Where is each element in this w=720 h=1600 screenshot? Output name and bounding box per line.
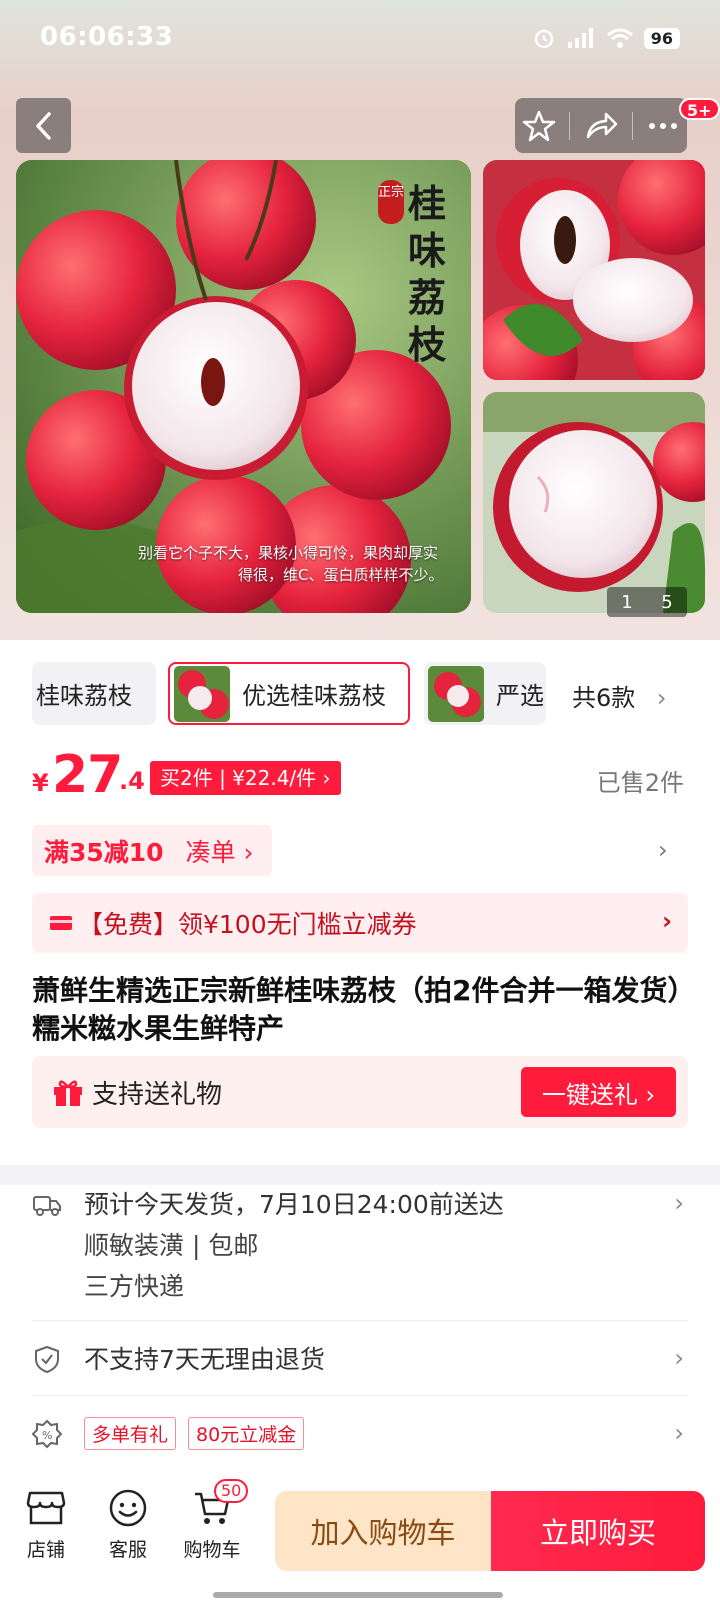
status-bar: 06:06:33 96 — [0, 0, 720, 80]
variant-chip-2[interactable]: 优选桂味荔枝 — [168, 662, 410, 725]
authentic-seal: 正宗 — [378, 180, 404, 224]
signal-icon — [567, 28, 593, 48]
chevron-right-icon: › — [674, 1344, 684, 1372]
main-product-image[interactable]: 正宗 桂 味 荔 枝 别看它个子不大，果核小得可怜，果肉却厚实 得很，维C、蛋白… — [16, 160, 471, 613]
title-char: 桂 — [408, 181, 447, 226]
cart-label: 购物车 — [183, 1539, 241, 1561]
buy-now-button[interactable]: 立即购买 — [491, 1491, 705, 1571]
back-button[interactable] — [16, 98, 71, 153]
image-caption-line-2: 得很，维C、蛋白质样样不少。 — [238, 566, 444, 584]
price-decimal: .4 — [119, 767, 145, 795]
header-toolbar — [515, 98, 687, 153]
return-policy-row[interactable]: 不支持7天无理由退货 › — [32, 1340, 688, 1380]
coupon-icon — [50, 916, 72, 930]
promo-tag[interactable]: 满35减10 凑单 › — [32, 825, 272, 876]
variant-label: 优选桂味荔枝 — [242, 682, 386, 710]
price-integer: 27 — [52, 745, 123, 805]
thumbnail-image-2[interactable] — [483, 392, 705, 613]
more-icon[interactable] — [646, 109, 680, 143]
toolbar-divider — [569, 111, 571, 140]
notification-badge: 5+ — [679, 98, 720, 120]
coupon-text: 【免费】领¥100无门槛立减券 — [78, 910, 417, 939]
row-divider — [32, 1320, 688, 1321]
variant-selector: 桂味荔枝 优选桂味荔枝 严选 共6款 › — [0, 660, 720, 728]
offers-row[interactable]: % 多单有礼 80元立减金 › — [32, 1415, 688, 1455]
cart-button[interactable]: 50 购物车 — [172, 1479, 252, 1562]
variant-label: 严选 — [496, 682, 544, 710]
multi-buy-badge[interactable]: 买2件 | ¥22.4/件 › — [150, 761, 341, 795]
gallery-total: 5 — [661, 591, 673, 613]
gift-icon — [54, 1080, 82, 1106]
title-char: 荔 — [408, 275, 447, 320]
share-icon[interactable] — [584, 109, 618, 143]
shipping-estimate: 预计今天发货，7月10日24:00前送达 — [84, 1190, 504, 1219]
variant-count[interactable]: 共6款 › — [572, 678, 667, 713]
shipping-carrier: 三方快递 — [84, 1272, 185, 1301]
gallery-current: 1 — [621, 591, 633, 613]
promo-action: 凑单 › — [185, 837, 254, 867]
send-gift-button[interactable]: 一键送礼 › — [521, 1067, 676, 1117]
customer-service-button[interactable]: 客服 — [88, 1485, 168, 1562]
status-icons: 96 — [532, 26, 680, 50]
gift-text: 支持送礼物 — [92, 1079, 223, 1110]
offer-tag: 80元立减金 — [188, 1417, 305, 1450]
variant-chip-3[interactable]: 严选 — [424, 662, 546, 725]
image-caption-line-1: 别看它个子不大，果核小得可怜，果肉却厚实 — [138, 544, 439, 562]
chevron-left-icon — [35, 111, 51, 140]
chevron-right-icon: › — [662, 907, 672, 935]
return-policy-text: 不支持7天无理由退货 — [84, 1345, 325, 1374]
truck-icon — [33, 1196, 61, 1216]
title-char: 味 — [408, 228, 447, 273]
gift-banner: 支持送礼物 一键送礼 › — [32, 1056, 688, 1128]
price-currency: ¥ — [32, 769, 49, 797]
offer-tag: 多单有礼 — [84, 1417, 177, 1450]
status-time: 06:06:33 — [40, 22, 174, 52]
add-to-cart-button[interactable]: 加入购物车 — [275, 1491, 491, 1571]
title-char: 枝 — [408, 322, 447, 367]
wifi-icon — [606, 28, 633, 48]
discount-badge-icon: % — [32, 1419, 62, 1449]
promo-label: 满35减10 — [44, 837, 164, 867]
variant-thumbnail — [174, 665, 230, 722]
lychee-opened-photo — [483, 160, 705, 380]
toolbar-divider — [631, 111, 633, 140]
store-button[interactable]: 店铺 — [6, 1485, 86, 1562]
image-vertical-title: 桂 味 荔 枝 — [408, 180, 452, 368]
variant-count-label: 共6款 — [572, 684, 636, 712]
variant-chip-1[interactable]: 桂味荔枝 — [32, 662, 156, 725]
product-gallery: 06:06:33 96 5+ 正宗 桂 味 荔 枝 别看它个子不大，果核小得可怜… — [0, 0, 720, 640]
section-divider — [0, 1165, 720, 1185]
variant-thumbnail — [428, 665, 484, 722]
variant-label: 桂味荔枝 — [36, 682, 132, 710]
shipping-row[interactable]: 预计今天发货，7月10日24:00前送达 顺敏装潢 | 包邮 三方快递 › — [32, 1185, 688, 1305]
alarm-icon — [534, 29, 553, 49]
shipping-origin: 顺敏装潢 | 包邮 — [84, 1231, 259, 1260]
battery-indicator: 96 — [643, 27, 680, 49]
chevron-right-icon: › — [674, 1189, 684, 1217]
lychee-halved-photo — [483, 392, 705, 613]
shield-icon — [35, 1345, 59, 1374]
sold-count: 已售2件 — [596, 769, 684, 797]
chevron-right-icon: › — [656, 684, 667, 712]
price-row: ¥ 27 .4 买2件 | ¥22.4/件 › 已售2件 — [32, 745, 688, 805]
favorite-star-icon[interactable] — [522, 109, 556, 143]
home-indicator[interactable] — [213, 1592, 503, 1598]
chevron-right-icon[interactable]: › — [658, 836, 668, 864]
coupon-banner[interactable]: 【免费】领¥100无门槛立减券 › — [32, 893, 688, 953]
chevron-right-icon: › — [674, 1419, 684, 1447]
offer-tags: 多单有礼 80元立减金 — [84, 1417, 316, 1450]
row-divider — [32, 1395, 688, 1396]
service-label: 客服 — [108, 1539, 147, 1561]
cart-count-badge: 50 — [214, 1479, 249, 1503]
bottom-action-bar: 店铺 客服 50 购物车 加入购物车 立即购买 — [0, 1475, 720, 1600]
store-label: 店铺 — [26, 1539, 65, 1561]
product-title: 萧鲜生精选正宗新鲜桂味荔枝（拍2件合并一箱发货）糯米糍水果生鲜特产 — [32, 974, 682, 1045]
svg-text:%: % — [42, 1429, 52, 1442]
store-icon — [26, 1491, 66, 1525]
gallery-counter: 1 5 — [607, 587, 687, 617]
thumbnail-image-1[interactable] — [483, 160, 705, 380]
smiley-chat-icon — [109, 1489, 147, 1527]
